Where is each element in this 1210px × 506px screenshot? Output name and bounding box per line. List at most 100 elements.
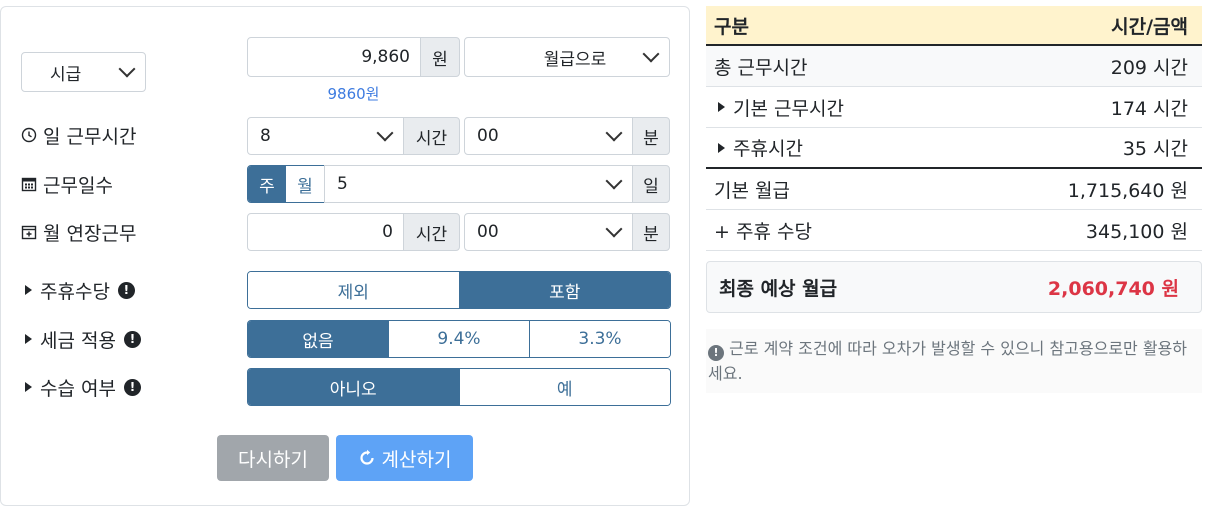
workdays-week-tab[interactable]: 주: [248, 166, 286, 202]
final-salary-box: 최종 예상 월급 2,060,740 원: [706, 261, 1202, 313]
minutes-unit-addon: 분: [632, 117, 670, 155]
calculate-button[interactable]: 계산하기: [336, 435, 473, 481]
wage-input-value: 9,860: [361, 47, 410, 67]
result-value: 1,715,640 원: [1067, 179, 1188, 202]
daily-hours-label: 일 근무시간: [43, 125, 137, 148]
daily-minutes-select[interactable]: 00: [464, 117, 633, 155]
overtime-minutes-unit-label: 분: [643, 224, 659, 245]
chevron-down-icon: [605, 124, 623, 142]
probation-toggle: 아니오 예: [247, 368, 671, 406]
chevron-down-icon: [605, 220, 623, 238]
overtime-minutes-select[interactable]: 00: [464, 213, 633, 251]
tax-option-9-4[interactable]: 9.4%: [388, 321, 529, 357]
caret-right-icon[interactable]: [25, 334, 32, 344]
result-value: 345,100 원: [1085, 220, 1188, 243]
convert-mode-select[interactable]: 월급으로: [464, 37, 670, 77]
info-icon[interactable]: !: [123, 378, 141, 396]
reset-button-label: 다시하기: [238, 448, 308, 471]
tax-toggle: 없음 9.4% 3.3%: [247, 320, 671, 358]
daily-minutes-value: 00: [477, 126, 499, 146]
workdays-label: 근무일수: [43, 174, 113, 197]
result-row-base-salary: 기본 월급 1,715,640 원: [706, 169, 1202, 210]
wage-unit-label: 원: [432, 49, 448, 70]
holiday-option-include[interactable]: 포함: [458, 272, 670, 308]
result-label: + 주휴 수당: [714, 220, 812, 243]
holiday-allowance-label-group: 주휴수당 !: [25, 271, 135, 309]
minutes-unit-label: 분: [643, 128, 659, 149]
overtime-hours-unit-addon: 시간: [403, 213, 460, 251]
daily-hours-select[interactable]: 8: [247, 117, 404, 155]
probation-option-yes[interactable]: 예: [458, 369, 670, 405]
tax-label-group: 세금 적용 !: [25, 320, 141, 358]
final-salary-label: 최종 예상 월급: [719, 277, 838, 300]
overtime-minutes-value: 00: [477, 222, 499, 242]
overtime-minutes-unit-addon: 분: [632, 213, 670, 251]
calculate-button-label: 계산하기: [381, 448, 452, 471]
reset-button[interactable]: 다시하기: [217, 435, 329, 481]
caret-right-icon[interactable]: [718, 142, 725, 153]
result-row-holiday-hours: 주휴시간 35 시간: [706, 128, 1202, 169]
caret-right-icon[interactable]: [718, 102, 725, 112]
result-value: 174 시간: [1110, 97, 1188, 120]
result-header-category: 구분: [714, 15, 749, 38]
result-panel: 구분 시간/금액 총 근무시간 209 시간 기본 근무시간 174 시간 주휴…: [706, 6, 1202, 393]
notice-box: ! 근로 계약 조건에 따라 오차가 발생할 수 있으니 참고용으로만 활용하세…: [706, 329, 1202, 393]
overtime-label: 월 연장근무: [43, 222, 137, 245]
wage-hint: 9860원: [327, 85, 380, 103]
probation-label-group: 수습 여부 !: [25, 368, 141, 406]
tax-option-none[interactable]: 없음: [248, 321, 388, 357]
result-label: 기본 월급: [714, 179, 790, 202]
calculator-form-panel: 시급 9,860 원 9860원 월급으로 일 근무시간 8 시간 00 분 근…: [0, 6, 690, 506]
chevron-down-icon: [376, 124, 394, 142]
result-value: 209 시간: [1110, 56, 1188, 79]
holiday-option-exclude[interactable]: 제외: [248, 272, 459, 308]
probation-option-no[interactable]: 아니오: [248, 369, 459, 405]
overtime-hours-value: 0: [382, 222, 393, 242]
workdays-label-group: 근무일수: [21, 165, 113, 203]
result-label: 주휴시간: [733, 138, 803, 160]
holiday-allowance-label: 주휴수당: [40, 280, 110, 303]
overtime-hours-input[interactable]: 0: [247, 213, 404, 251]
chevron-down-icon: [118, 60, 136, 78]
holiday-allowance-toggle: 제외 포함: [247, 271, 671, 309]
workdays-period-toggle: 주 월: [247, 165, 325, 203]
result-row-base-hours: 기본 근무시간 174 시간: [706, 87, 1202, 128]
daily-hours-label-group: 일 근무시간: [21, 117, 136, 153]
info-icon[interactable]: !: [123, 330, 141, 348]
info-icon[interactable]: !: [117, 281, 135, 299]
caret-right-icon[interactable]: [25, 285, 32, 295]
chevron-down-icon: [605, 172, 623, 190]
calendar-plus-icon: [21, 225, 37, 240]
daily-hours-value: 8: [260, 126, 271, 146]
chevron-down-icon: [642, 45, 660, 63]
tax-option-3-3[interactable]: 3.3%: [529, 321, 670, 357]
days-unit-label: 일: [643, 176, 659, 197]
result-header-amount: 시간/금액: [1111, 15, 1188, 38]
workdays-value: 5: [337, 174, 348, 194]
calendar-icon: [21, 177, 37, 192]
overtime-label-group: 월 연장근무: [21, 213, 136, 251]
info-icon: !: [708, 344, 724, 361]
result-row-total-hours: 총 근무시간 209 시간: [706, 46, 1202, 87]
pay-type-value: 시급: [50, 64, 82, 85]
final-salary-value: 2,060,740 원: [1047, 277, 1179, 300]
result-label: 총 근무시간: [714, 56, 808, 79]
result-value: 35 시간: [1122, 138, 1188, 160]
probation-label: 수습 여부: [40, 377, 116, 400]
result-label: 기본 근무시간: [733, 97, 844, 120]
hours-unit-label: 시간: [415, 128, 448, 149]
caret-right-icon[interactable]: [25, 382, 32, 392]
result-header: 구분 시간/금액: [706, 6, 1202, 46]
workdays-select[interactable]: 5: [324, 165, 633, 203]
result-row-holiday-allowance: + 주휴 수당 345,100 원: [706, 210, 1202, 251]
wage-input[interactable]: 9,860: [247, 37, 421, 77]
notice-text: 근로 계약 조건에 따라 오차가 발생할 수 있으니 참고용으로만 활용하세요.: [708, 339, 1188, 383]
wage-unit-addon: 원: [420, 37, 460, 77]
tax-label: 세금 적용: [40, 329, 116, 352]
pay-type-select[interactable]: 시급: [21, 52, 146, 92]
days-unit-addon: 일: [632, 165, 670, 203]
workdays-month-tab[interactable]: 월: [286, 166, 324, 202]
refresh-icon: [359, 449, 374, 465]
clock-icon: [21, 127, 37, 143]
overtime-hours-unit-label: 시간: [415, 224, 448, 245]
